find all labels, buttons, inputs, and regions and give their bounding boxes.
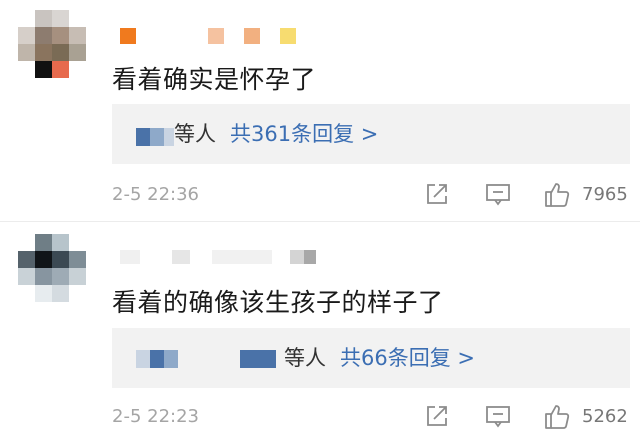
like-thumb-icon[interactable] [543,180,571,212]
username-mosaic[interactable] [112,28,302,52]
like-count: 7965 [582,184,628,205]
avatar[interactable] [18,234,86,302]
like-thumb-icon[interactable] [543,402,571,434]
comment-item: 看着的确像该生孩子的样子了 等人 共66条回复 > 2-5 22:23 5262 [0,222,640,441]
comment-text: 看着的确像该生孩子的样子了 [112,288,444,317]
reply-user-mosaic [136,350,178,368]
view-replies-link[interactable]: 共66条回复 > [340,346,475,370]
comment-icon[interactable] [485,404,511,432]
comment-footer: 2-5 22:23 5262 [0,402,640,432]
reply-user-mosaic [240,350,276,368]
comment-text: 看着确实是怀孕了 [112,65,317,94]
avatar[interactable] [18,10,86,78]
timestamp: 2-5 22:36 [112,184,199,205]
share-icon[interactable] [425,404,449,432]
timestamp: 2-5 22:23 [112,406,199,427]
reply-summary[interactable]: 等人 共66条回复 > [112,328,630,388]
like-count: 5262 [582,406,628,427]
view-replies-link[interactable]: 共361条回复 > [230,122,378,146]
reply-users-label: 等人 [174,122,216,146]
comment-icon[interactable] [485,182,511,210]
share-icon[interactable] [425,182,449,210]
reply-summary[interactable]: 等人 共361条回复 > [112,104,630,164]
reply-user-mosaic [136,128,174,146]
reply-users-label: 等人 [284,346,326,370]
comment-item: 看着确实是怀孕了 等人 共361条回复 > 2-5 22:36 7965 [0,0,640,222]
username-mosaic[interactable] [112,250,316,274]
comment-footer: 2-5 22:36 7965 [0,180,640,210]
